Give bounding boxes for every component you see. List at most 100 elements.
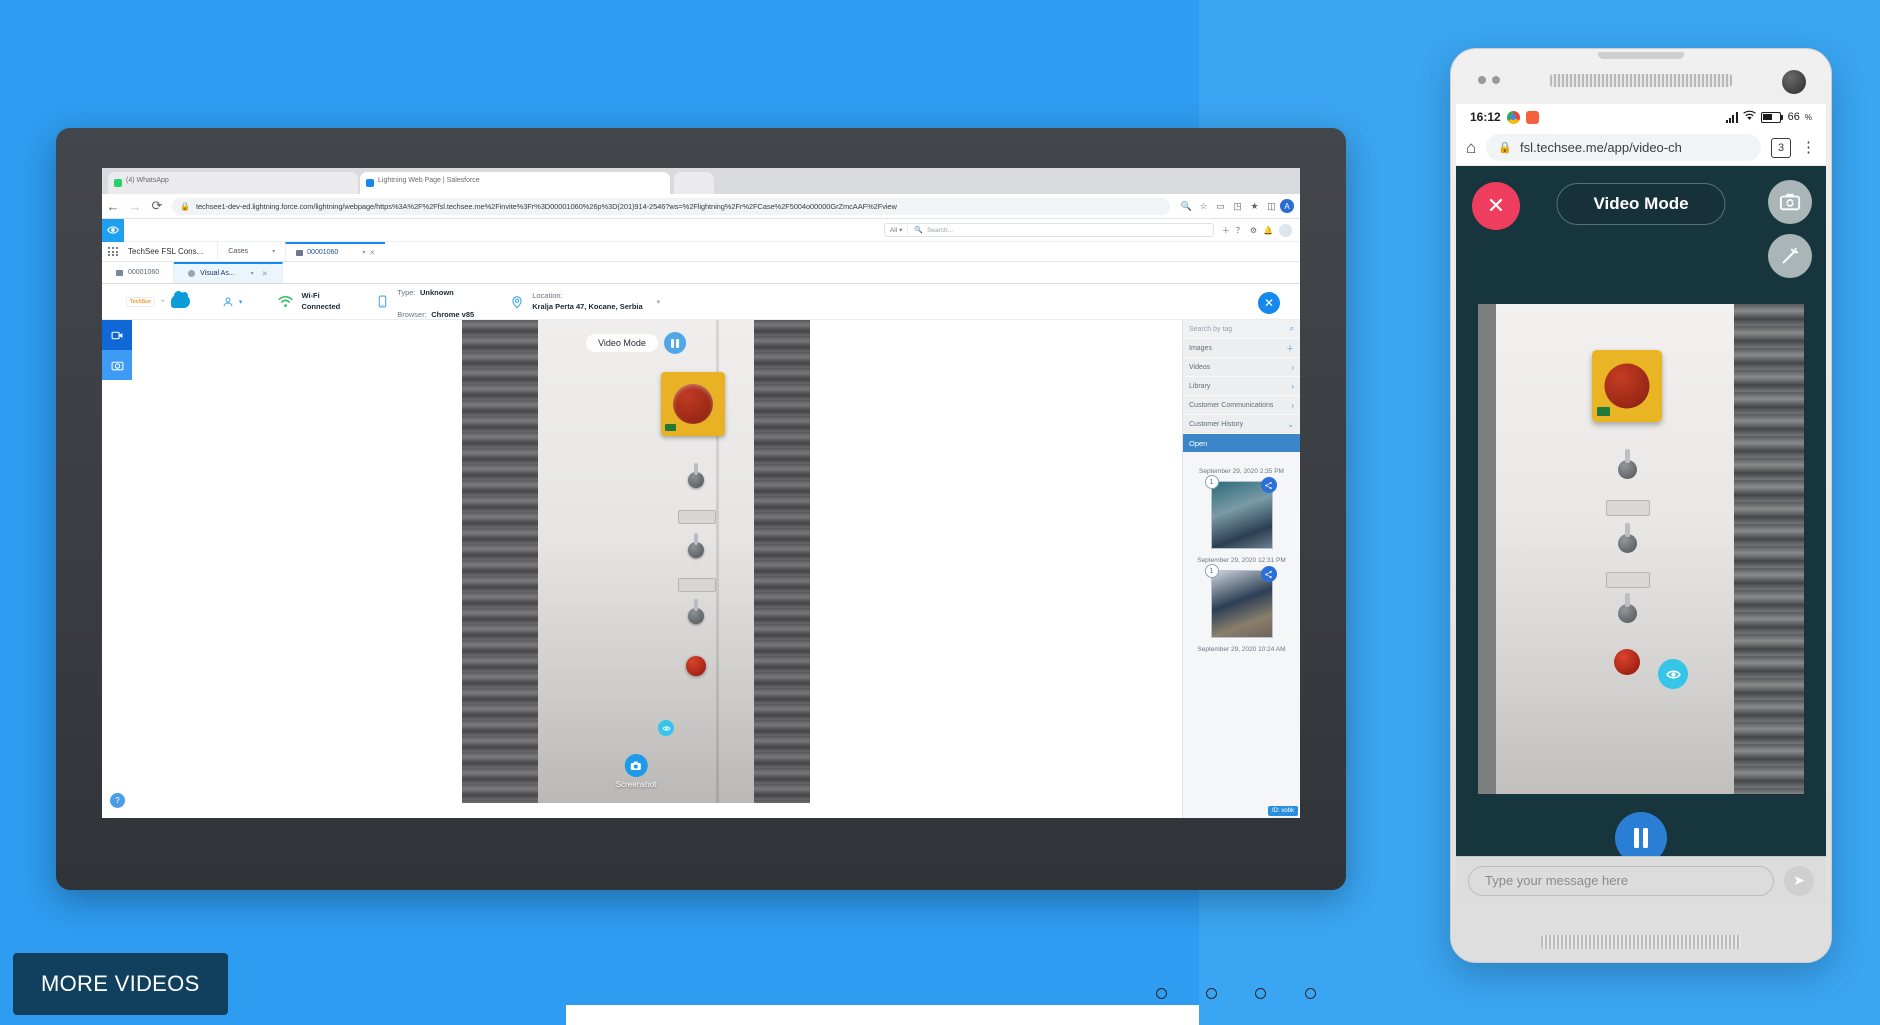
app-name[interactable]: TechSee FSL Cons... — [124, 242, 217, 261]
chevron-down-icon[interactable]: ▾ — [657, 298, 661, 306]
close-icon[interactable]: ✕ — [1472, 182, 1520, 230]
app-launcher-icon[interactable] — [102, 242, 124, 261]
pause-icon[interactable] — [663, 332, 686, 354]
bookmark-icon[interactable]: ★ — [1246, 195, 1263, 217]
screenshot-control[interactable]: Screenshot — [616, 754, 656, 789]
puzzle-icon[interactable]: ◫ — [1263, 195, 1280, 217]
live-video-feed[interactable]: Video Mode Screenshot — [462, 320, 810, 803]
phone-live-video[interactable] — [1478, 304, 1804, 794]
browser-tab-label: (4) WhatsApp — [126, 177, 169, 184]
search-placeholder: Search... — [927, 226, 954, 234]
help-icon[interactable]: ? — [110, 793, 125, 808]
monitor-button[interactable] — [1304, 988, 1316, 999]
chrome-browser-window: (4) WhatsApp Lightning Web Page | Salesf… — [102, 168, 1300, 818]
search-icon[interactable]: 🔍 — [1178, 195, 1195, 217]
chevron-right-icon[interactable]: › — [1291, 382, 1294, 391]
back-icon[interactable]: ← — [102, 195, 124, 217]
nav-item-label: 00001060 — [307, 249, 339, 256]
plus-icon[interactable]: ＋ — [1222, 225, 1230, 236]
phone-app-toolbar: ✕ Video Mode — [1456, 166, 1826, 278]
toggle-switch — [688, 533, 704, 558]
monitor-button[interactable] — [1205, 988, 1217, 999]
home-icon[interactable]: ⌂ — [1466, 138, 1476, 158]
pointer-icon — [658, 720, 674, 736]
reload-icon[interactable]: ⟳ — [146, 195, 168, 217]
section-label: Customer Communications — [1189, 401, 1274, 409]
close-icon[interactable]: ✕ — [1258, 292, 1280, 314]
more-videos-button[interactable]: MORE VIDEOS — [13, 953, 228, 1015]
phone-address-bar[interactable]: 🔒 fsl.techsee.me/app/video-ch — [1486, 134, 1761, 161]
sub-tab-00001060[interactable]: 00001060 — [102, 262, 175, 283]
status-location: Location: Kralja Perta 47, Kocane, Serbi… — [492, 291, 678, 311]
chevron-down-icon: ▾ — [238, 298, 243, 306]
agent-selector[interactable]: ▾ — [204, 296, 261, 308]
section-label: Customer History — [1189, 420, 1244, 428]
bell-icon[interactable]: 🔔 — [1263, 226, 1273, 235]
section-library[interactable]: Library › — [1183, 377, 1300, 396]
more-vertical-icon[interactable]: ⋮ — [1801, 140, 1816, 155]
monitor-button[interactable] — [1255, 988, 1267, 999]
close-icon[interactable]: ✕ — [369, 249, 375, 257]
toggle-switch — [1618, 523, 1637, 553]
timeline-thumbnail[interactable]: 1 — [1204, 564, 1277, 638]
plus-icon[interactable]: ＋ — [1286, 343, 1294, 354]
section-images[interactable]: Images ＋ — [1183, 339, 1300, 358]
browser-tab[interactable] — [674, 172, 714, 194]
monitor-screen: (4) WhatsApp Lightning Web Page | Salesf… — [102, 168, 1300, 818]
cast-icon[interactable]: ▭ — [1212, 195, 1229, 217]
section-videos[interactable]: Videos › — [1183, 358, 1300, 377]
search-icon[interactable]: ⌕ — [1290, 324, 1294, 334]
phone-icon — [378, 295, 387, 308]
help-icon[interactable]: ？ — [1236, 225, 1244, 236]
chevron-down-icon[interactable]: ▾ — [362, 249, 365, 256]
camera-switch-icon[interactable] — [1768, 180, 1812, 224]
battery-percent: 66 — [1787, 111, 1800, 123]
profile-avatar[interactable]: A — [1280, 199, 1294, 213]
video-camera-icon[interactable] — [102, 320, 132, 350]
share-icon[interactable] — [1260, 477, 1277, 493]
chat-input[interactable]: Type your message here — [1468, 865, 1774, 896]
section-customer-history[interactable]: Customer History ⌄ — [1183, 415, 1300, 434]
chevron-down-icon[interactable]: ▾ — [251, 270, 254, 277]
tab-count-button[interactable]: 3 — [1771, 137, 1791, 158]
emergency-stop-knob — [1604, 363, 1650, 409]
avatar[interactable] — [1279, 223, 1292, 237]
person-icon — [223, 297, 233, 307]
extension-icon[interactable]: ◳ — [1229, 195, 1246, 217]
address-bar-url: techsee1-dev-ed.lightning.force.com/ligh… — [195, 201, 897, 211]
techsee-eye-icon[interactable] — [102, 218, 124, 242]
phone-chat-bar: Type your message here ➤ — [1456, 856, 1826, 904]
share-icon[interactable] — [1260, 566, 1277, 582]
monitor-button[interactable] — [1156, 988, 1167, 999]
forward-icon[interactable]: → — [124, 195, 146, 217]
star-icon[interactable]: ☆ — [1195, 195, 1212, 217]
gear-icon[interactable]: ⚙ — [1250, 226, 1257, 235]
send-icon[interactable]: ➤ — [1784, 865, 1814, 896]
search-scope-dropdown[interactable]: All ▾ — [885, 224, 909, 236]
flashlight-icon[interactable] — [1768, 234, 1812, 278]
search-scope-label: All — [889, 226, 898, 234]
close-icon[interactable]: ✕ — [262, 270, 268, 278]
video-mode-button[interactable]: Video Mode — [1556, 183, 1726, 225]
chevron-right-icon[interactable]: › — [1291, 363, 1294, 372]
chevron-down-icon[interactable]: ▾ — [272, 248, 275, 255]
sub-tab-label: Visual As... — [200, 270, 235, 277]
search-by-tag-input[interactable]: Search by tag ⌕ — [1183, 320, 1300, 339]
nav-item-case-00001060[interactable]: 00001060 ▾ ✕ — [285, 242, 386, 261]
salesforce-global-search[interactable]: All ▾ 🔍 Search... — [883, 223, 1214, 237]
chevron-right-icon[interactable]: › — [1291, 401, 1294, 410]
camera-icon[interactable] — [624, 754, 648, 777]
timeline-thumbnail[interactable]: 1 — [1204, 475, 1277, 549]
nav-item-cases[interactable]: Cases ▾ — [217, 242, 285, 261]
section-customer-communications[interactable]: Customer Communications › — [1183, 396, 1300, 415]
chevron-down-icon[interactable]: ⌄ — [1287, 420, 1294, 429]
sub-tab-visual-assistance[interactable]: Visual As... ▾ ✕ — [174, 262, 283, 283]
history-timeline[interactable]: September 29, 2020 2:35 PM 1 September 2… — [1183, 454, 1300, 818]
status-time: 16:12 — [1470, 110, 1501, 124]
browser-tab-active[interactable]: Lightning Web Page | Salesforce — [360, 172, 670, 194]
battery-percent-unit: % — [1804, 112, 1812, 122]
plus-separator: + — [160, 298, 165, 305]
browser-tab[interactable]: (4) WhatsApp — [108, 172, 358, 194]
photo-camera-icon[interactable] — [102, 350, 132, 380]
address-bar[interactable]: 🔒 techsee1-dev-ed.lightning.force.com/li… — [172, 197, 1170, 215]
